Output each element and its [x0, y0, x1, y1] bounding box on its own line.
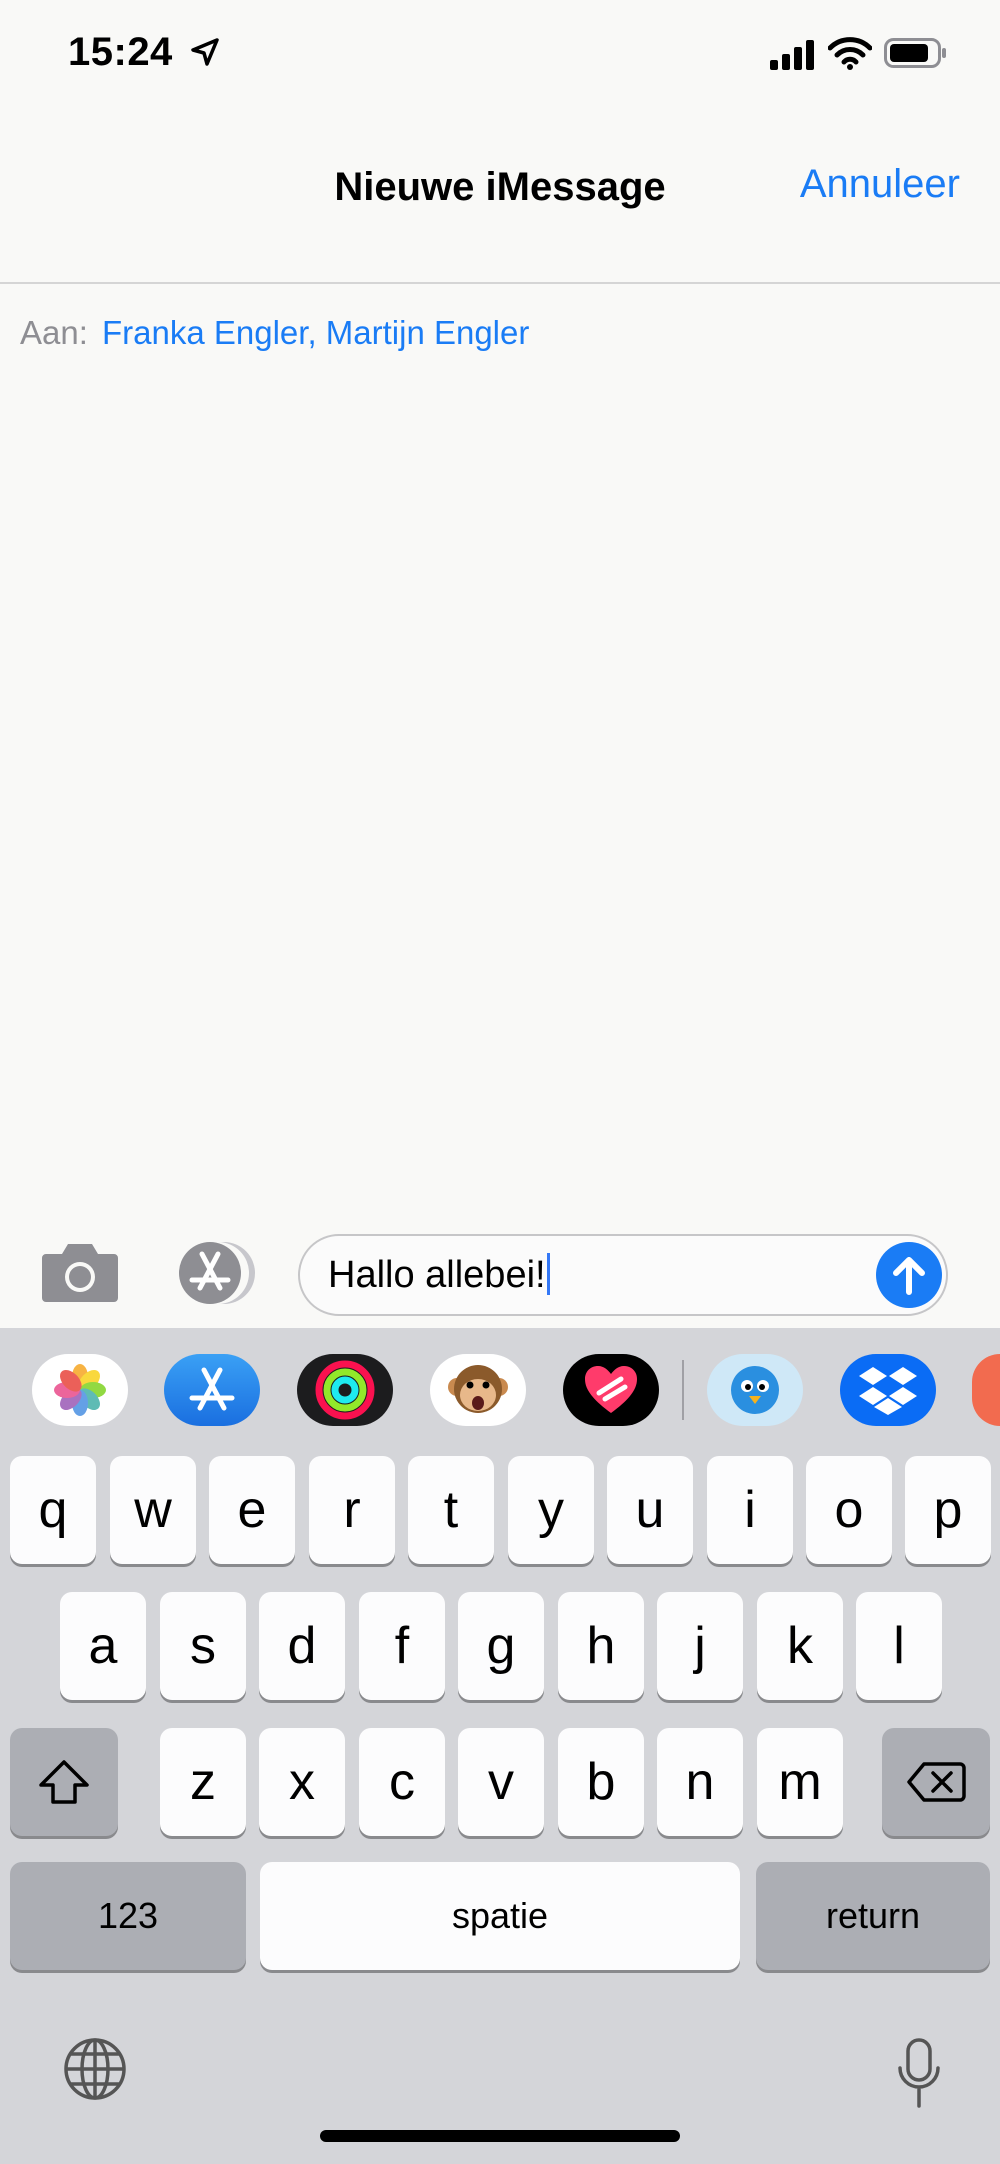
shift-key[interactable] [10, 1728, 118, 1836]
battery-icon [884, 38, 946, 68]
key-v[interactable]: v [458, 1728, 544, 1836]
activity-icon[interactable] [297, 1354, 393, 1426]
app-store-glyph-icon [189, 1367, 235, 1411]
numbers-key[interactable]: 123 [10, 1862, 246, 1970]
space-key[interactable]: spatie [260, 1862, 740, 1970]
send-button[interactable] [876, 1242, 942, 1308]
location-arrow-icon [191, 38, 220, 66]
key-l[interactable]: l [856, 1592, 942, 1700]
key-f[interactable]: f [359, 1592, 445, 1700]
key-w[interactable]: w [110, 1456, 196, 1564]
key-q[interactable]: q [10, 1456, 96, 1564]
to-recipients-field[interactable]: Franka Engler, Martijn Engler [102, 314, 529, 352]
twitterrific-icon[interactable] [707, 1354, 803, 1426]
dropbox-icon[interactable] [840, 1354, 936, 1426]
key-b[interactable]: b [558, 1728, 644, 1836]
key-y[interactable]: y [508, 1456, 594, 1564]
text-caret [546, 1253, 550, 1295]
key-u[interactable]: u [607, 1456, 693, 1564]
key-z[interactable]: z [160, 1728, 246, 1836]
key-o[interactable]: o [806, 1456, 892, 1564]
key-e[interactable]: e [209, 1456, 295, 1564]
status-time: 15:24 [68, 30, 220, 75]
key-k[interactable]: k [757, 1592, 843, 1700]
key-g[interactable]: g [458, 1592, 544, 1700]
app-store-button-icon[interactable] [168, 1240, 260, 1306]
monkey-face-icon [448, 1365, 508, 1413]
cancel-button[interactable]: Annuleer [800, 162, 960, 207]
backspace-icon [907, 1762, 966, 1802]
key-j[interactable]: j [657, 1592, 743, 1700]
app-strip-divider [682, 1360, 684, 1420]
microphone-icon[interactable] [894, 2036, 944, 2116]
activity-rings-icon [315, 1360, 375, 1420]
key-r[interactable]: r [309, 1456, 395, 1564]
to-label: Aan: [20, 314, 88, 351]
nav-divider [0, 282, 1000, 284]
bird-icon [731, 1366, 779, 1414]
key-s[interactable]: s [160, 1592, 246, 1700]
photos-icon-graphic [54, 1364, 106, 1416]
key-i[interactable]: i [707, 1456, 793, 1564]
key-x[interactable]: x [259, 1728, 345, 1836]
photos-icon[interactable] [32, 1354, 128, 1426]
key-p[interactable]: p [905, 1456, 991, 1564]
wifi-icon [828, 37, 872, 70]
heart-app-icon[interactable] [563, 1354, 659, 1426]
home-indicator [320, 2130, 680, 2142]
dropbox-glyph-icon [859, 1367, 917, 1415]
key-m[interactable]: m [757, 1728, 843, 1836]
heart-icon [585, 1366, 637, 1413]
cellular-signal-icon [770, 40, 814, 70]
key-n[interactable]: n [657, 1728, 743, 1836]
arrow-up-icon [893, 1257, 925, 1295]
key-c[interactable]: c [359, 1728, 445, 1836]
key-d[interactable]: d [259, 1592, 345, 1700]
key-t[interactable]: t [408, 1456, 494, 1564]
shift-arrow-icon [39, 1760, 89, 1804]
delete-key[interactable] [882, 1728, 990, 1836]
return-key[interactable]: return [756, 1862, 990, 1970]
message-text[interactable]: Hallo allebei! [328, 1253, 550, 1297]
app-store-icon[interactable] [164, 1354, 260, 1426]
key-h[interactable]: h [558, 1592, 644, 1700]
globe-icon[interactable] [62, 2036, 128, 2102]
camera-icon[interactable] [40, 1240, 120, 1304]
key-a[interactable]: a [60, 1592, 146, 1700]
animoji-icon[interactable] [430, 1354, 526, 1426]
